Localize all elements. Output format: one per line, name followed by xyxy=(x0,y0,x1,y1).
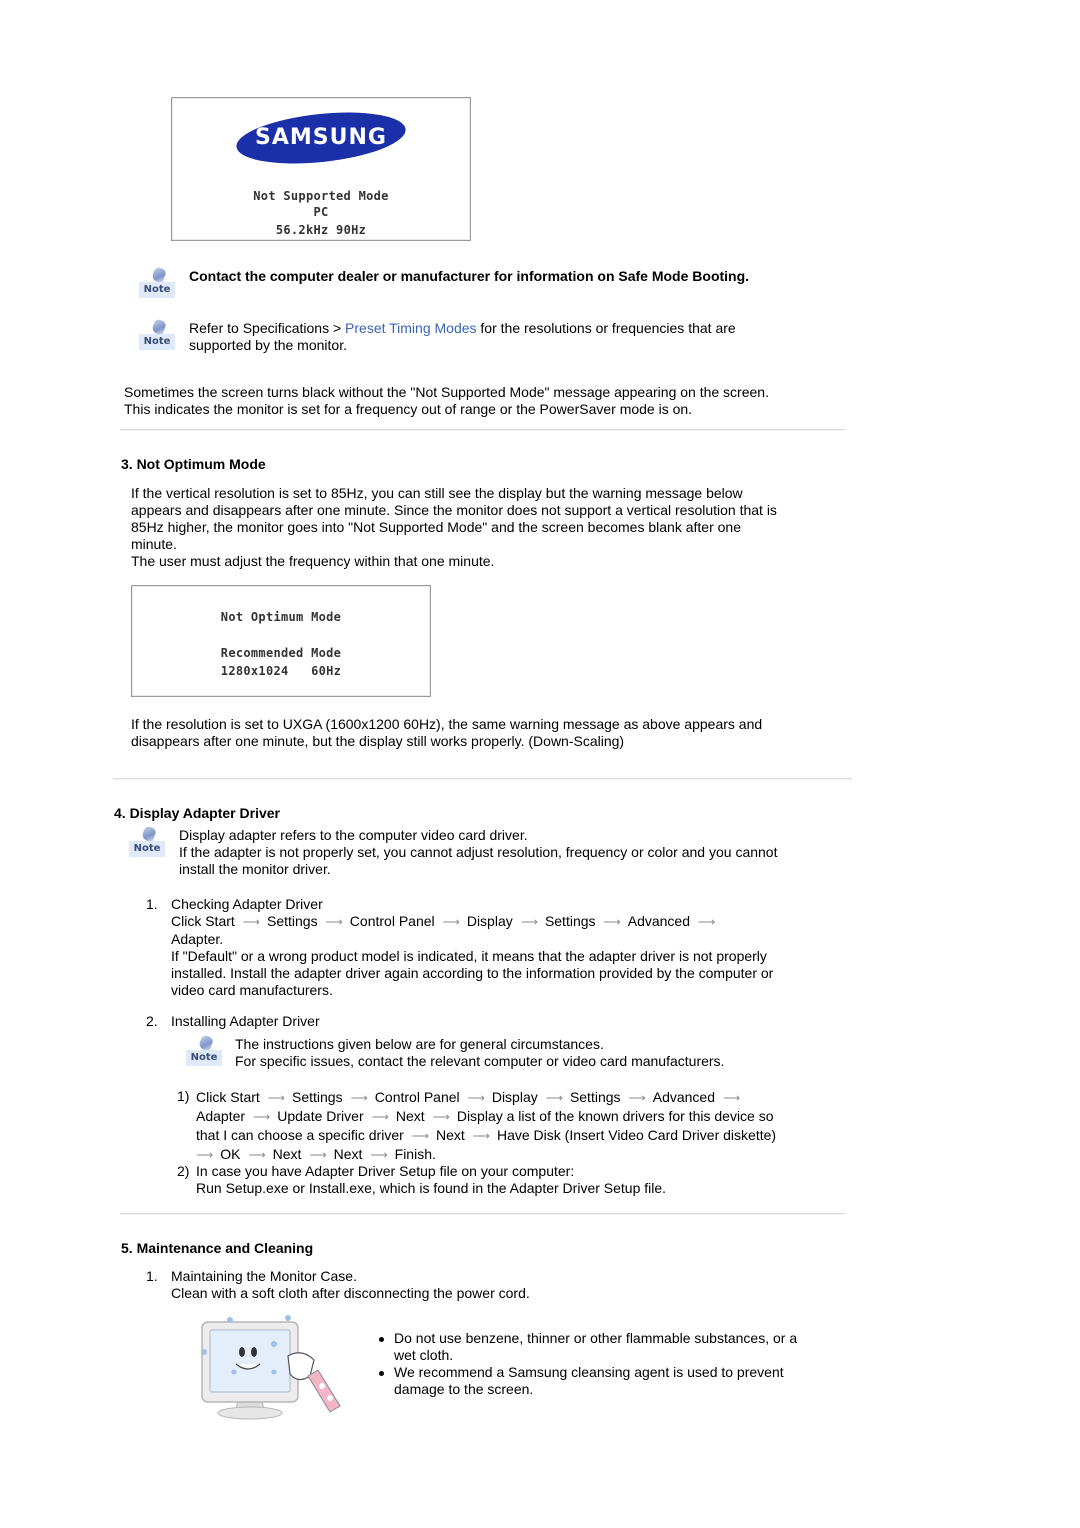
divider xyxy=(120,429,845,431)
arrow-right-icon: ⟶ xyxy=(253,1110,270,1124)
sub-list-number: 1) xyxy=(177,1088,190,1104)
installing-adapter-driver-title: Installing Adapter Driver xyxy=(171,1013,320,1029)
samsung-logo-text: SAMSUNG xyxy=(255,125,387,150)
adapter-note: Display adapter refers to the computer v… xyxy=(179,827,778,877)
uxga-paragraph: If the resolution is set to UXGA (1600x1… xyxy=(131,716,763,749)
arrow-right-icon: ⟶ xyxy=(432,1110,450,1124)
list-number: 1. xyxy=(146,896,158,912)
osd-line-frequency: 56.2kHz 90Hz xyxy=(275,223,367,237)
osd-not-supported-image: SAMSUNG Not Supported Mode PC 56.2kHz 90… xyxy=(171,97,471,241)
note-icon: Note xyxy=(129,825,165,859)
osd-line-recommended: Recommended Mode xyxy=(220,646,342,660)
monitor-cleaning-illustration xyxy=(201,1315,341,1420)
osd-not-optimum-image: Not Optimum Mode Recommended Mode 1280x1… xyxy=(131,585,431,697)
install-steps-row: Click Start ⟶ Settings ⟶ Control Panel ⟶ Displ… xyxy=(196,1089,740,1105)
installing-note: The instructions given below are for gen… xyxy=(235,1036,725,1069)
install-steps-row: that I can choose a specific driver ⟶ Next… xyxy=(196,1127,777,1143)
setup-file-instructions: In case you have Adapter Driver Setup fi… xyxy=(196,1163,667,1196)
arrow-right-icon: ⟶ xyxy=(467,1091,485,1105)
arrow-right-icon: ⟶ xyxy=(350,1091,368,1105)
osd-line-source: PC xyxy=(313,205,329,219)
divider xyxy=(120,1213,845,1215)
arrow-right-icon: ⟶ xyxy=(242,915,260,929)
sub-list-number: 2) xyxy=(177,1163,190,1179)
list-number: 1. xyxy=(146,1268,158,1284)
refer-note-line2: supported by the monitor. xyxy=(189,337,347,353)
osd-line-mode: Not Supported Mode xyxy=(253,189,389,203)
arrow-right-icon: ⟶ xyxy=(371,1110,389,1124)
black-screen-line2: This indicates the monitor is set for a … xyxy=(124,401,693,417)
arrow-right-icon: ⟶ xyxy=(248,1148,265,1162)
arrow-right-icon: ⟶ xyxy=(472,1129,490,1143)
section-heading-maintenance-and-cleaning: 5. Maintenance and Cleaning xyxy=(121,1240,314,1256)
black-screen-line1: Sometimes the screen turns black without… xyxy=(124,384,769,400)
arrow-right-icon: ⟶ xyxy=(309,1148,326,1162)
section-heading-not-optimum-mode: 3. Not Optimum Mode xyxy=(121,456,266,472)
maintaining-monitor-case-item: Maintaining the Monitor Case. Clean with… xyxy=(171,1268,530,1301)
safe-mode-note: Contact the computer dealer or manufactu… xyxy=(189,268,750,284)
install-steps: Click Start ⟶ Settings ⟶ Control Panel ⟶ Displ… xyxy=(196,1088,776,1164)
osd-line-title: Not Optimum Mode xyxy=(220,610,342,624)
refer-note: Refer to Specifications > Preset Timing … xyxy=(189,320,736,336)
arrow-right-icon: ⟶ xyxy=(628,1091,646,1105)
arrow-right-icon: ⟶ xyxy=(196,1148,213,1162)
section-heading-display-adapter-driver: 4. Display Adapter Driver xyxy=(114,805,280,821)
checking-adapter-driver-item: Checking Adapter Driver Click Start ⟶ Sett… xyxy=(171,896,774,998)
arrow-right-icon: ⟶ xyxy=(520,915,538,929)
bullet-icon xyxy=(379,1337,384,1342)
osd-line-resolution: 1280x1024 60Hz xyxy=(220,664,342,678)
arrow-right-icon: ⟶ xyxy=(723,1091,740,1105)
bullet-item: Do not use benzene, thinner or other fla… xyxy=(394,1330,798,1363)
divider xyxy=(113,778,852,780)
list-number: 2. xyxy=(146,1013,158,1029)
navigation-path: Click Start ⟶ Settings ⟶ Control Panel ⟶ Displ… xyxy=(171,913,715,929)
arrow-right-icon: ⟶ xyxy=(442,915,460,929)
arrow-right-icon: ⟶ xyxy=(603,915,621,929)
arrow-right-icon: ⟶ xyxy=(411,1129,429,1143)
install-steps-row: ⟶ OK ⟶ Next ⟶ Next ⟶ Finish. xyxy=(196,1146,436,1162)
arrow-right-icon: ⟶ xyxy=(267,1091,285,1105)
arrow-right-icon: ⟶ xyxy=(370,1148,387,1162)
preset-timing-modes-link[interactable]: Preset Timing Modes xyxy=(345,320,477,336)
arrow-right-icon: ⟶ xyxy=(545,1091,563,1105)
arrow-right-icon: ⟶ xyxy=(325,915,343,929)
note-icon: Note xyxy=(139,318,175,352)
arrow-right-icon: ⟶ xyxy=(698,915,715,929)
install-steps-row: Adapter ⟶ Update Driver ⟶ Next ⟶ Display a lis… xyxy=(196,1108,774,1124)
section3-paragraph: If the vertical resolution is set to 85H… xyxy=(131,485,777,569)
bullet-icon xyxy=(379,1371,384,1376)
note-icon: Note xyxy=(139,266,175,300)
bullet-item: We recommend a Samsung cleansing agent i… xyxy=(394,1364,784,1397)
note-icon: Note xyxy=(186,1034,222,1068)
